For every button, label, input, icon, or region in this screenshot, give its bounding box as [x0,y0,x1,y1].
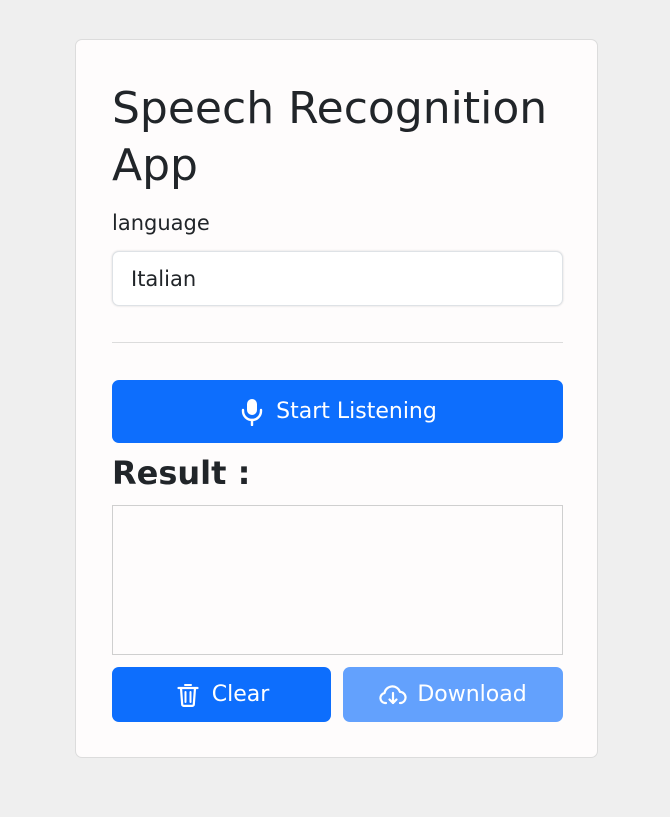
result-heading: Result : [112,454,251,492]
language-label: language [112,211,210,235]
clear-label: Clear [211,682,270,707]
microphone-icon [238,398,266,426]
start-listening-label: Start Listening [276,399,437,424]
clear-button[interactable]: Clear [112,667,331,722]
start-listening-button[interactable]: Start Listening [112,380,563,443]
language-select-value: Italian [131,267,197,291]
speech-app-card: Speech Recognition App language Italian … [75,39,598,758]
download-label: Download [417,682,527,707]
download-button[interactable]: Download [343,667,563,722]
result-textarea[interactable] [112,505,563,655]
cloud-download-icon [379,681,407,709]
divider [112,342,563,343]
language-select[interactable]: Italian [112,251,563,306]
page-title: Speech Recognition App [112,83,548,191]
trash-icon [174,681,202,709]
